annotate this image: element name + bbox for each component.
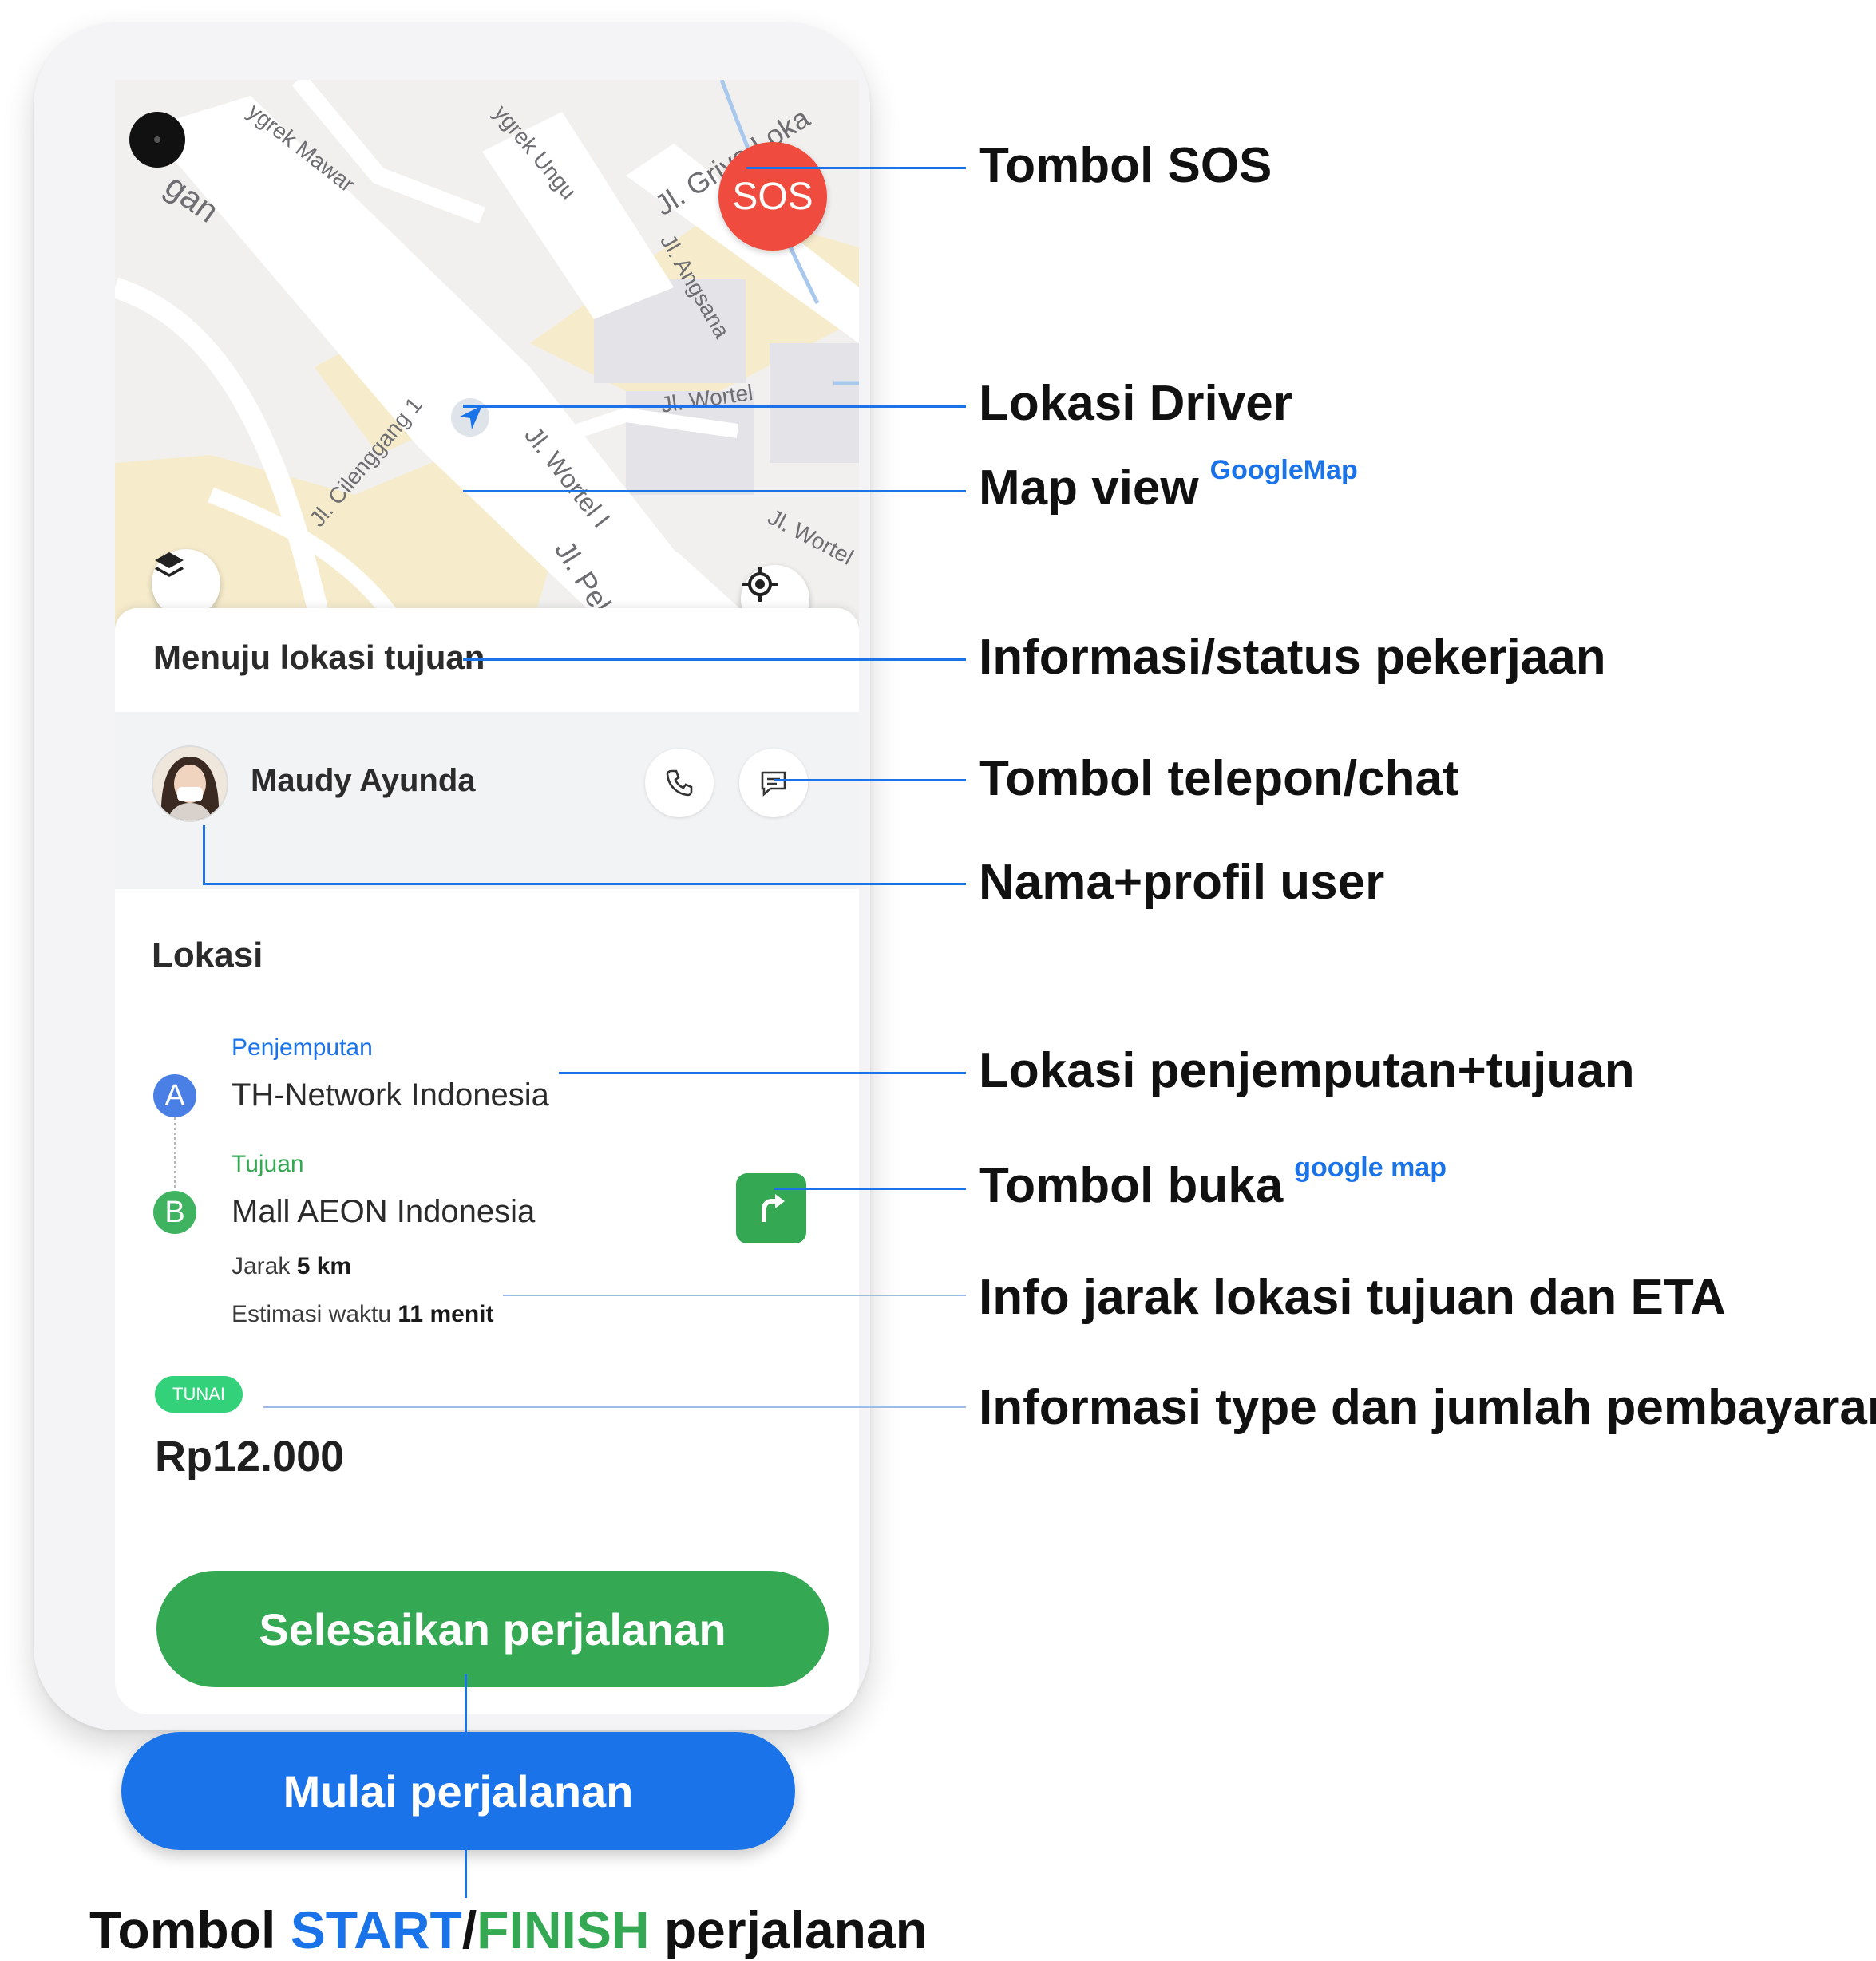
layers-icon [155, 552, 184, 577]
job-status: Menuju lokasi tujuan [153, 639, 485, 676]
annotation-map-view: Map view GoogleMap [979, 455, 1358, 516]
annotation-open-map-label: Tombol buka [979, 1158, 1284, 1213]
user-name: Maudy Ayunda [251, 763, 476, 798]
distance-value: 5 km [296, 1253, 352, 1279]
caption-start: START [290, 1900, 462, 1959]
caption-finish: FINISH [477, 1900, 650, 1959]
caption-separator: / [461, 1900, 477, 1959]
call-button[interactable] [645, 749, 714, 817]
turn-right-icon [762, 1194, 785, 1222]
eta-value: 11 menit [398, 1301, 494, 1327]
annotation-driver-location: Lokasi Driver [979, 376, 1292, 431]
annotation-line [746, 167, 966, 169]
distance-info: Jarak 5 km [232, 1253, 351, 1280]
open-google-map-button[interactable] [736, 1173, 806, 1243]
my-location-icon [742, 567, 778, 602]
annotation-line [465, 1674, 467, 1732]
annotation-map-view-label: Map view [979, 461, 1199, 516]
annotation-map-view-sup: GoogleMap [1209, 455, 1358, 485]
start-finish-caption: Tombol START/FINISH perjalanan [89, 1900, 928, 1960]
sos-button[interactable]: SOS [718, 142, 827, 251]
avatar[interactable] [152, 745, 228, 822]
caption-prefix: Tombol [89, 1900, 276, 1959]
locations-title: Lokasi [152, 935, 263, 975]
pickup-name: TH-Network Indonesia [232, 1077, 549, 1113]
annotation-line [263, 1406, 966, 1408]
annotation-line [465, 1850, 467, 1898]
start-trip-button[interactable]: Mulai perjalanan [121, 1732, 795, 1850]
map-view[interactable]: ygrek Mawar ygrek Ungu Jl. Griya Loka Jl… [115, 80, 859, 644]
app-screen: ygrek Mawar ygrek Ungu Jl. Griya Loka Jl… [115, 80, 859, 1714]
chat-button[interactable] [739, 749, 808, 817]
finish-trip-button[interactable]: Selesaikan perjalanan [156, 1571, 829, 1687]
phone-icon [666, 769, 693, 797]
annotation-line [774, 1188, 966, 1190]
annotation-pickup-destination: Lokasi penjemputan+tujuan [979, 1043, 1635, 1098]
front-camera [129, 112, 185, 168]
route-connector [174, 1117, 176, 1188]
payment-amount: Rp12.000 [155, 1433, 345, 1481]
annotation-line [203, 825, 205, 883]
navigation-arrow-icon [450, 397, 490, 437]
pickup-label: Penjemputan [232, 1034, 373, 1061]
destination-name: Mall AEON Indonesia [232, 1194, 536, 1229]
distance-label: Jarak [232, 1253, 291, 1279]
eta-label: Estimasi waktu [232, 1301, 392, 1327]
annotation-line [463, 405, 966, 408]
annotation-payment: Informasi type dan jumlah pembayaran [979, 1380, 1876, 1435]
chat-icon [761, 771, 786, 797]
pickup-marker: A [153, 1074, 196, 1117]
payment-type-badge: TUNAI [155, 1376, 243, 1413]
annotation-sos: Tombol SOS [979, 138, 1272, 193]
user-info-row: Maudy Ayunda [115, 712, 859, 889]
annotation-line [203, 883, 966, 885]
annotation-line [463, 658, 966, 661]
destination-marker: B [153, 1191, 196, 1234]
annotation-open-map-sup: google map [1294, 1152, 1447, 1183]
eta-info: Estimasi waktu 11 menit [232, 1301, 493, 1328]
annotation-distance-eta: Info jarak lokasi tujuan dan ETA [979, 1270, 1726, 1325]
annotation-line [503, 1295, 966, 1296]
phone-frame: ygrek Mawar ygrek Ungu Jl. Griya Loka Jl… [34, 22, 870, 1730]
annotation-line [774, 779, 966, 781]
annotation-line [463, 490, 966, 492]
annotation-call-chat: Tombol telepon/chat [979, 751, 1459, 806]
annotation-status: Informasi/status pekerjaan [979, 630, 1606, 685]
destination-label: Tujuan [232, 1151, 304, 1177]
annotation-open-map: Tombol buka google map [979, 1152, 1447, 1214]
annotation-user-profile: Nama+profil user [979, 855, 1385, 910]
caption-suffix: perjalanan [663, 1900, 928, 1959]
annotation-line [559, 1072, 966, 1074]
